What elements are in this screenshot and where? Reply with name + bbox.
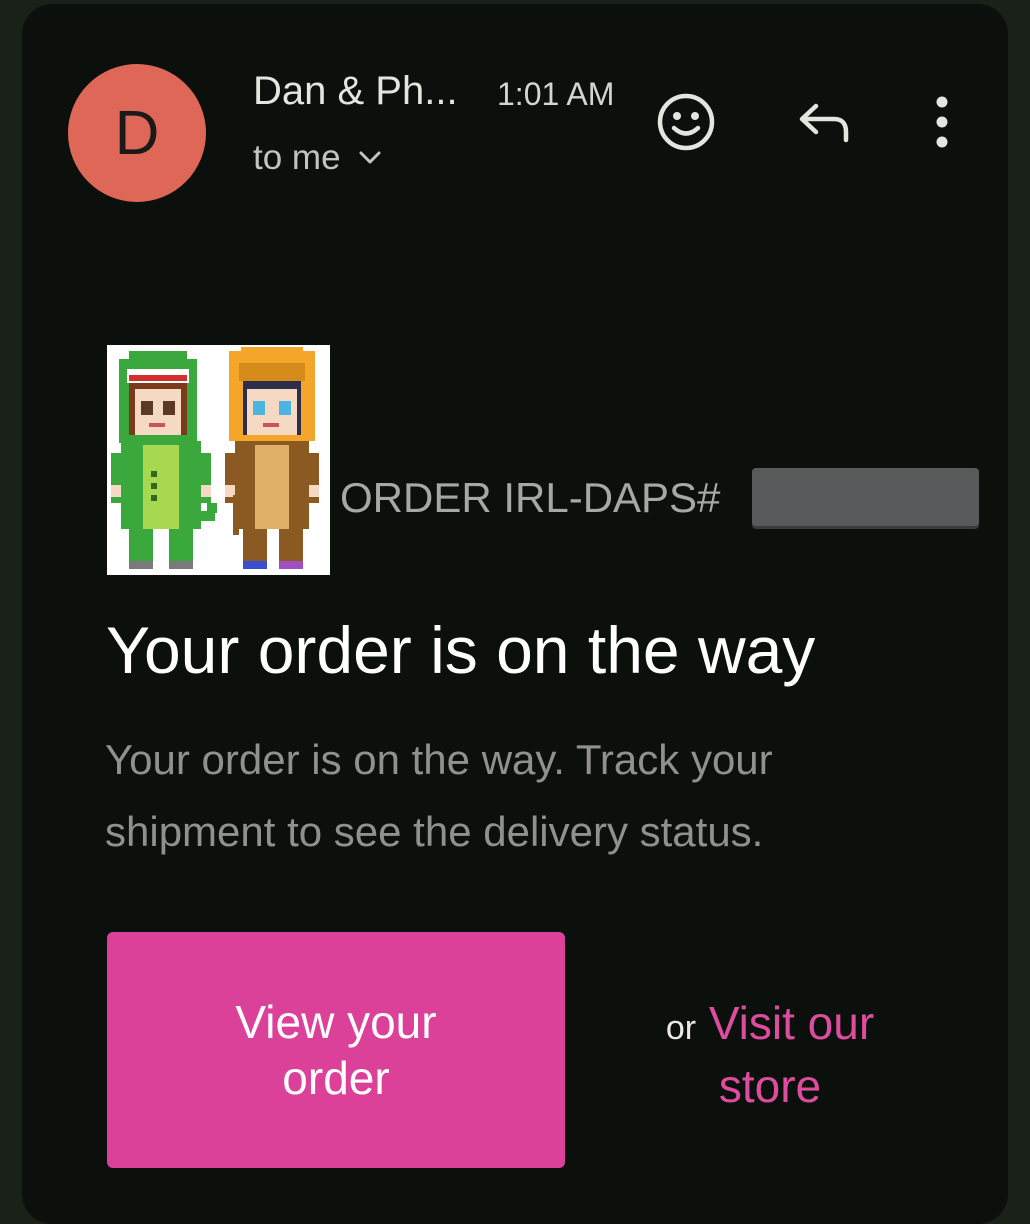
vertical-dots-icon: [936, 96, 948, 148]
redacted-order-number: [752, 468, 979, 526]
sender-avatar[interactable]: D: [68, 64, 206, 202]
view-order-button[interactable]: View your order: [107, 932, 565, 1168]
recipient-label: to me: [253, 138, 341, 177]
email-headline: Your order is on the way: [106, 613, 816, 687]
more-options-button[interactable]: [909, 89, 975, 155]
reply-arrow-icon: [799, 103, 849, 143]
smiley-icon: [657, 93, 715, 151]
store-link-block: or Visit our store: [655, 994, 885, 1115]
email-time: 1:01 AM: [497, 76, 615, 112]
or-text: or: [665, 1009, 697, 1047]
store-logo: [107, 345, 330, 575]
view-order-label: View your order: [235, 996, 437, 1104]
order-number-label: ORDER IRL-DAPS#: [340, 474, 721, 521]
reply-button[interactable]: [791, 89, 857, 155]
visit-store-link[interactable]: Visit our store: [709, 997, 874, 1112]
add-reaction-button[interactable]: [653, 89, 719, 155]
chevron-down-icon: [359, 151, 381, 164]
email-description: Your order is on the way. Track your shi…: [105, 736, 773, 855]
avatar-letter: D: [114, 98, 160, 168]
recipient-details-toggle[interactable]: to me: [253, 138, 381, 178]
sender-name[interactable]: Dan & Ph...: [253, 68, 458, 114]
